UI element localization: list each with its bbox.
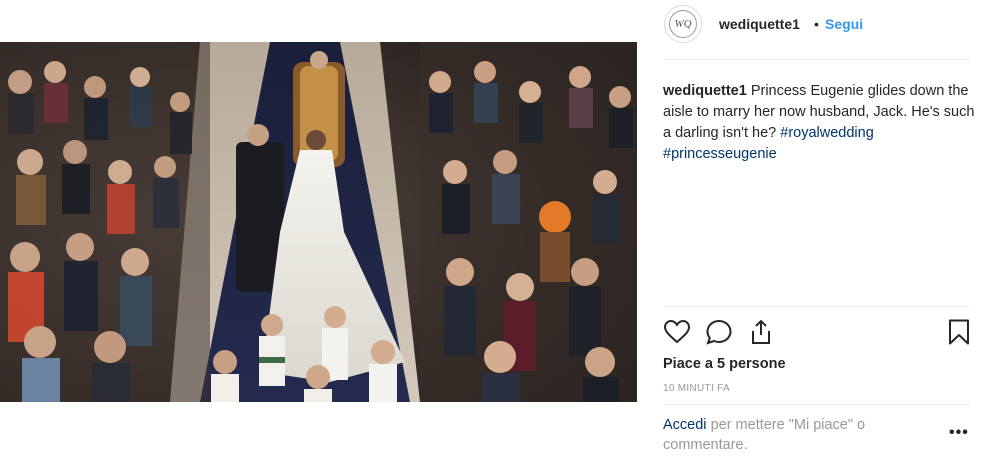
avatar-monogram: WQ: [669, 10, 697, 38]
comment-icon[interactable]: [705, 318, 733, 346]
post-sidebar: WQ wediquette1 • Segui wediquette1 Princ…: [637, 0, 996, 463]
follow-button[interactable]: Segui: [825, 16, 863, 32]
login-link[interactable]: Accedi: [663, 417, 707, 433]
actions-divider: [663, 306, 970, 307]
separator-dot: •: [814, 16, 819, 32]
more-options-icon[interactable]: •••: [949, 424, 969, 442]
wedding-photo: [0, 42, 637, 402]
action-bar: [663, 318, 973, 348]
post-timestamp[interactable]: 10 MINUTI FA: [663, 383, 730, 394]
footer-divider: [663, 404, 970, 405]
hashtag-link[interactable]: #royalwedding: [780, 125, 874, 141]
hashtag-link[interactable]: #princesseugenie: [663, 146, 777, 162]
header-divider: [663, 59, 970, 60]
post-caption: wediquette1 Princess Eugenie glides down…: [663, 81, 983, 165]
heart-icon[interactable]: [663, 318, 691, 346]
photo-pane: [0, 0, 637, 463]
likes-count[interactable]: Piace a 5 persone: [663, 356, 786, 372]
share-icon[interactable]: [747, 318, 775, 346]
caption-username-link[interactable]: wediquette1: [663, 83, 747, 99]
bookmark-icon[interactable]: [945, 318, 973, 346]
post-photo[interactable]: [0, 42, 637, 402]
login-prompt: Accedi per mettere "Mi piace" o commenta…: [663, 415, 913, 455]
post-header: WQ wediquette1 • Segui: [637, 0, 996, 47]
avatar[interactable]: WQ: [664, 5, 702, 43]
username-link[interactable]: wediquette1: [719, 16, 800, 32]
